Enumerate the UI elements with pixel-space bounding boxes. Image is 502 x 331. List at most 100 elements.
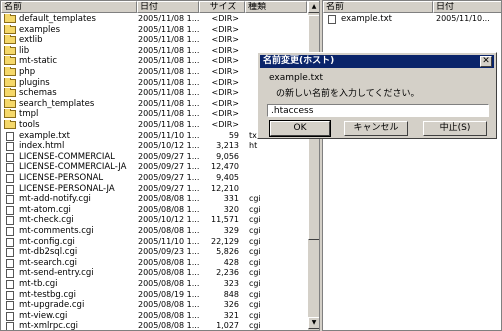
left_pane-row[interactable]: mt-xmlrpc.cgi 2005/08/08 1... 1,027 cgi <box>1 321 319 330</box>
date-cell: 2005/11/08 1... <box>138 14 200 23</box>
type-cell: cgi <box>249 247 261 257</box>
file-icon <box>6 131 14 141</box>
left_pane-row[interactable]: mt-upgrade.cgi 2005/08/08 1... 326 cgi <box>1 300 319 311</box>
size-cell: 22,129 <box>211 236 239 246</box>
name-cell: mt-send-entry.cgi <box>4 268 136 279</box>
size-cell: 2,236 <box>216 268 239 278</box>
left_pane-row[interactable]: mt-search.cgi 2005/08/08 1... 428 cgi <box>1 258 319 269</box>
file-name: mt-send-entry.cgi <box>19 268 94 279</box>
name-cell: schemas <box>4 88 136 99</box>
left-scrollbar[interactable]: ▲ ▼ <box>307 1 319 330</box>
file-name: LICENSE-COMMERCIAL-JA <box>19 162 127 173</box>
left_pane-row[interactable]: mt-testbg.cgi 2005/08/19 1... 848 cgi <box>1 290 319 301</box>
left_pane-row[interactable]: LICENSE-PERSONAL 2005/09/27 1... 9,405 <box>1 173 319 184</box>
name-cell: examples <box>4 24 136 36</box>
size-cell: <DIR> <box>211 67 239 76</box>
left_pane-row[interactable]: LICENSE-COMMERCIAL-JA 2005/09/27 1... 12,4… <box>1 162 319 173</box>
remote-file-list[interactable]: 名前 日付 example.txt 2005/11/10... <box>322 0 502 331</box>
type-cell: cgi <box>249 194 261 204</box>
date-cell: 2005/11/08 1... <box>138 109 200 119</box>
name-cell: example.txt <box>4 131 136 142</box>
file-name: plugins <box>19 77 50 88</box>
remote-column-header-date[interactable]: 日付 <box>433 1 501 13</box>
file-name: mt-search.cgi <box>19 257 78 268</box>
local-file-list[interactable]: 名前 日付 サイズ 種類 default_templates 2005/11/08… <box>0 0 320 331</box>
file-name: tools <box>19 120 40 130</box>
left_pane-row[interactable]: examples 2005/11/08 1... <DIR> <box>1 24 319 36</box>
folder-icon <box>4 67 16 76</box>
name-cell: index.html <box>4 141 136 152</box>
column-header-name[interactable]: 名前 <box>1 1 137 13</box>
name-cell: search_templates <box>4 98 136 110</box>
name-cell: extlib <box>4 35 136 46</box>
type-cell: cgi <box>249 268 261 278</box>
date-cell: 2005/11/08 1... <box>138 98 200 108</box>
left_pane-row[interactable]: mt-tb.cgi 2005/08/08 1... 323 cgi <box>1 279 319 290</box>
left_pane-row[interactable]: mt-add-notify.cgi 2005/08/08 1... 331 cgi <box>1 194 319 205</box>
date-cell: 2005/09/27 1... <box>138 151 200 161</box>
left_pane-row[interactable]: mt-check.cgi 2005/10/12 1... 11,571 cgi <box>1 215 319 226</box>
column-header-type[interactable]: 種類 <box>245 1 307 13</box>
type-cell: cgi <box>249 279 261 288</box>
size-cell: 329 <box>223 226 239 235</box>
file-icon <box>6 237 14 247</box>
left_pane-row[interactable]: mt-db2sql.cgi 2005/09/23 1... 5,826 cgi <box>1 247 319 258</box>
folder-icon <box>4 120 16 129</box>
name-cell: lib <box>4 45 136 57</box>
file-icon <box>6 227 14 236</box>
left_pane-row[interactable]: mt-view.cgi 2005/08/08 1... 321 cgi <box>1 311 319 322</box>
left_pane-row[interactable]: mt-comments.cgi 2005/08/08 1... 329 cgi <box>1 226 319 237</box>
size-cell: 428 <box>223 257 239 267</box>
file-icon <box>6 174 14 183</box>
type-cell: cgi <box>249 257 261 267</box>
left_pane-row[interactable]: LICENSE-COMMERCIAL 2005/09/27 1... 9,056 <box>1 152 319 163</box>
date-cell: 2005/11/08 1... <box>138 67 200 76</box>
abort-button[interactable]: 中止(S) <box>423 121 487 136</box>
date-cell: 2005/08/08 1... <box>138 204 200 214</box>
folder-icon <box>4 109 16 119</box>
file-icon <box>6 301 14 311</box>
cancel-button[interactable]: キャンセル <box>344 121 408 136</box>
size-cell: <DIR> <box>211 24 239 34</box>
scroll-down-arrow-icon[interactable]: ▼ <box>308 317 319 329</box>
folder-icon <box>4 45 16 55</box>
folder-icon <box>4 24 16 34</box>
column-header-date[interactable]: 日付 <box>137 1 199 13</box>
type-cell: cgi <box>249 204 261 214</box>
type-cell: ht <box>249 141 258 151</box>
dialog-title-bar[interactable]: 名前変更(ホスト) ✕ <box>260 55 494 68</box>
date-cell: 2005/08/08 1... <box>138 279 200 288</box>
right_pane-row[interactable]: example.txt 2005/11/10... <box>323 14 501 25</box>
size-cell: <DIR> <box>211 35 239 45</box>
size-cell: <DIR> <box>211 56 239 66</box>
date-cell: 2005/09/27 1... <box>138 183 200 193</box>
size-cell: 848 <box>223 289 239 299</box>
remote-column-header-name[interactable]: 名前 <box>323 1 433 13</box>
left_pane-row[interactable]: LICENSE-PERSONAL-JA 2005/09/27 1... 12,210 <box>1 184 319 195</box>
file-name: examples <box>19 24 61 35</box>
date-cell: 2005/08/08 1... <box>138 257 200 267</box>
size-cell: <DIR> <box>211 98 239 108</box>
left_pane-row[interactable]: index.html 2005/10/12 1... 3,213 ht <box>1 141 319 152</box>
column-header-size[interactable]: サイズ <box>199 1 245 13</box>
left_pane-row[interactable]: mt-config.cgi 2005/11/10 1... 22,129 cgi <box>1 237 319 248</box>
left_pane-row[interactable]: extlib 2005/11/08 1... <DIR> <box>1 35 319 46</box>
dialog-filename: example.txt <box>269 73 323 83</box>
file-name: lib <box>19 45 30 56</box>
date-cell: 2005/11/08 1... <box>138 45 200 55</box>
new-name-input[interactable] <box>267 104 489 117</box>
file-name: mt-check.cgi <box>19 215 74 226</box>
left_pane-row[interactable]: mt-send-entry.cgi 2005/08/08 1... 2,236 cgi <box>1 268 319 279</box>
type-cell: cgi <box>249 236 261 246</box>
size-cell: 326 <box>223 300 239 310</box>
close-icon[interactable]: ✕ <box>480 56 492 67</box>
date-cell: 2005/11/08 1... <box>138 88 200 98</box>
left_pane-row[interactable]: default_templates 2005/11/08 1... <DIR> <box>1 14 319 25</box>
scroll-up-arrow-icon[interactable]: ▲ <box>308 1 319 13</box>
file-name: search_templates <box>19 98 95 109</box>
name-cell: LICENSE-PERSONAL-JA <box>4 184 136 195</box>
left_pane-row[interactable]: mt-atom.cgi 2005/08/08 1... 320 cgi <box>1 205 319 216</box>
ok-button[interactable]: OK <box>269 120 331 137</box>
file-name: mt-view.cgi <box>19 310 68 321</box>
file-name: php <box>19 67 36 77</box>
